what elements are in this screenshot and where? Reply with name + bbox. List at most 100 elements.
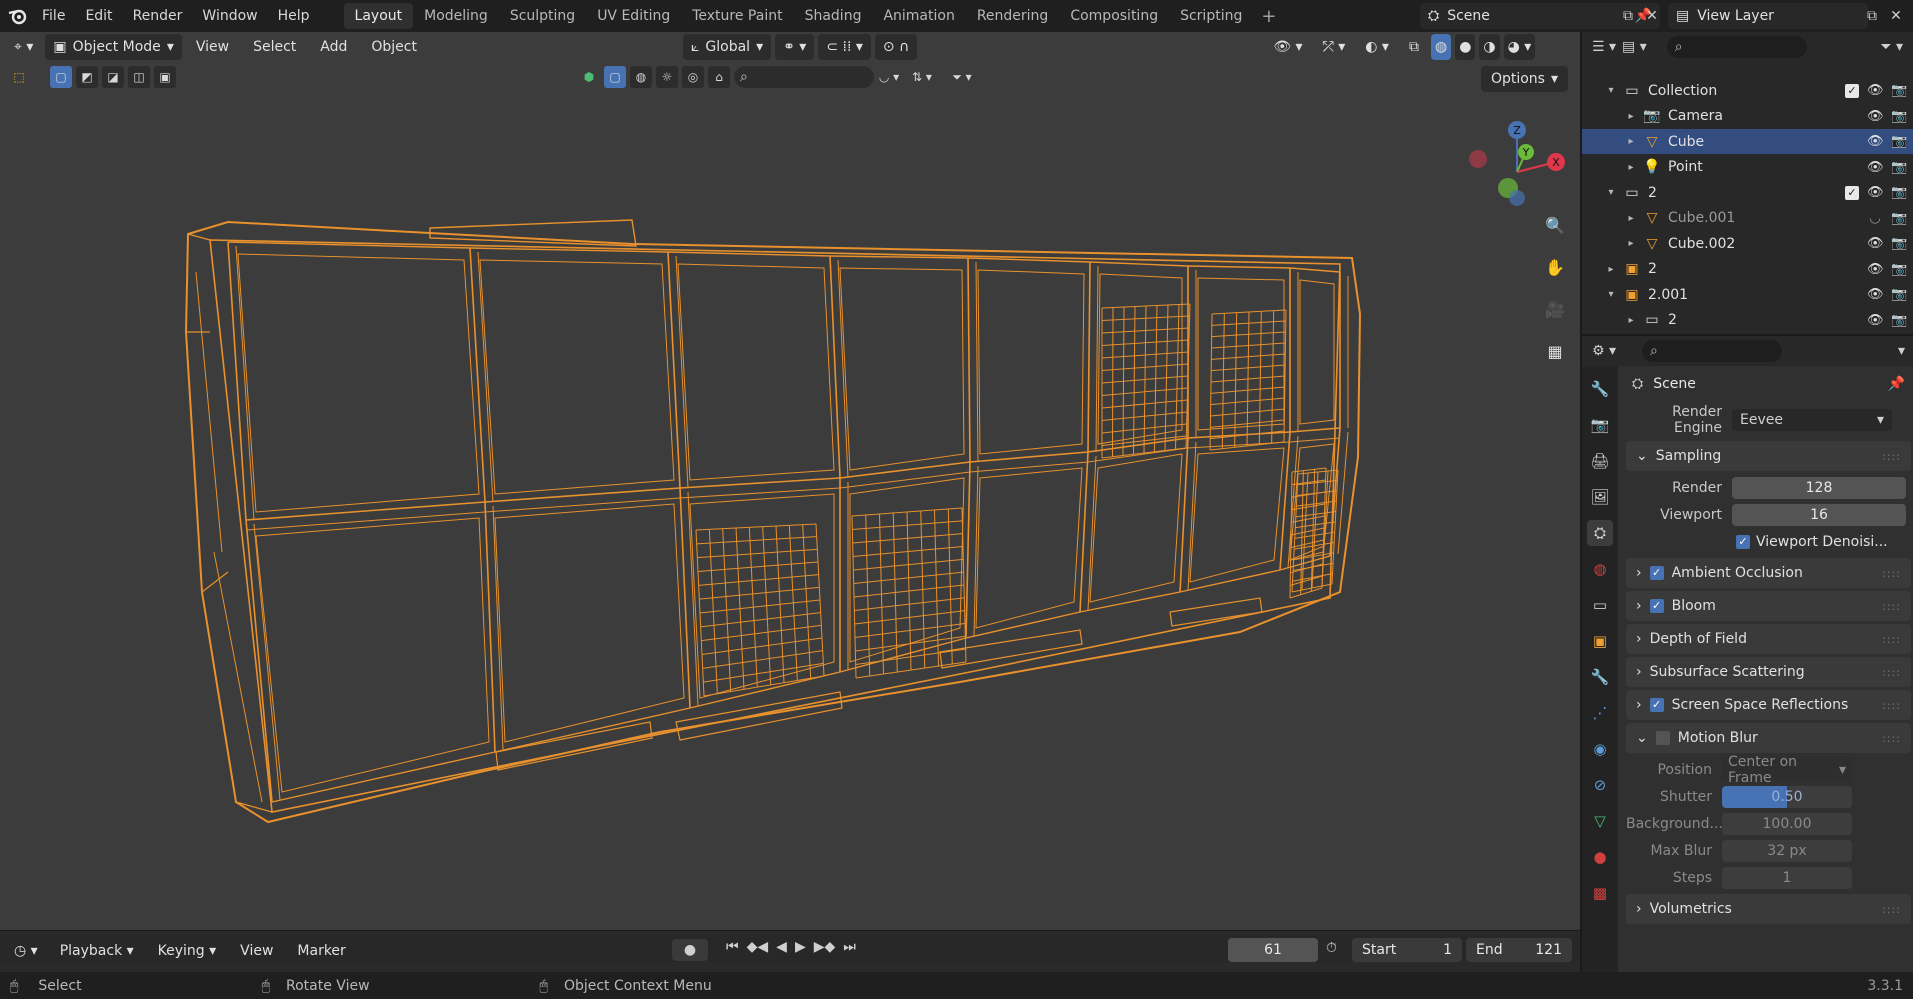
- eye-icon[interactable]: 👁: [1867, 185, 1884, 200]
- expand-toggle-icon[interactable]: ▸: [1624, 162, 1638, 173]
- render-camera-icon[interactable]: 📷: [1891, 160, 1907, 175]
- render-camera-icon[interactable]: 📷: [1891, 211, 1907, 226]
- sampling-panel-header[interactable]: ⌄ Sampling ::::: [1626, 441, 1911, 471]
- eye-icon[interactable]: 👁: [1867, 83, 1884, 98]
- expand-toggle-icon[interactable]: ▾: [1604, 187, 1618, 198]
- tab-compositing[interactable]: Compositing: [1059, 3, 1169, 29]
- tab-layout[interactable]: Layout: [343, 3, 414, 29]
- constraints-tab-icon[interactable]: ⊘: [1587, 772, 1613, 798]
- end-frame-field[interactable]: End 121: [1466, 938, 1572, 962]
- outliner-row[interactable]: ▾ ▭ 2 ✓ 👁 📷: [1582, 180, 1913, 205]
- eye-icon[interactable]: 👁: [1867, 134, 1884, 149]
- menu-edit[interactable]: Edit: [75, 2, 122, 30]
- display-mode-icon[interactable]: ▤ ▾: [1622, 39, 1647, 55]
- outliner-row[interactable]: ▸ 📷 Camera 👁 📷: [1582, 104, 1913, 129]
- eye-icon[interactable]: 👁: [1867, 287, 1884, 302]
- panel-enable-checkbox[interactable]: ✓: [1649, 566, 1664, 580]
- render-camera-icon[interactable]: 📷: [1891, 83, 1907, 98]
- timeline-ruler[interactable]: [0, 962, 1580, 972]
- tab-uv-editing[interactable]: UV Editing: [586, 3, 681, 29]
- menu-window[interactable]: Window: [192, 2, 267, 30]
- menu-help[interactable]: Help: [268, 2, 320, 30]
- render-camera-icon[interactable]: 📷: [1891, 109, 1907, 124]
- stopwatch-icon[interactable]: ⏱: [1326, 940, 1337, 956]
- steps-field[interactable]: 1: [1722, 866, 1852, 889]
- modifier-tab-icon[interactable]: 🔧: [1587, 664, 1613, 690]
- pin-icon[interactable]: 📌: [1888, 376, 1905, 392]
- particles-tab-icon[interactable]: ⋰: [1587, 700, 1613, 726]
- expand-toggle-icon[interactable]: ▸: [1624, 136, 1638, 147]
- new-scene-icon[interactable]: ⧉: [1616, 4, 1640, 28]
- collection-tab-icon[interactable]: ▭: [1587, 592, 1613, 618]
- drag-handle-icon[interactable]: ::::: [1882, 903, 1901, 916]
- tab-sculpting[interactable]: Sculpting: [499, 3, 586, 29]
- sampling-render-field[interactable]: 128: [1732, 476, 1906, 499]
- expand-toggle-icon[interactable]: ▸: [1624, 213, 1638, 224]
- eye-icon[interactable]: 👁: [1867, 262, 1884, 277]
- render-camera-icon[interactable]: 📷: [1891, 134, 1907, 149]
- shutter-slider[interactable]: 0.50: [1722, 785, 1852, 808]
- expand-toggle-icon[interactable]: ▾: [1604, 85, 1618, 96]
- menu-timeline-view[interactable]: View: [230, 943, 283, 959]
- expand-toggle-icon[interactable]: ▾: [1604, 289, 1618, 300]
- render-camera-icon[interactable]: 📷: [1891, 185, 1907, 200]
- drag-handle-icon[interactable]: ::::: [1882, 666, 1901, 679]
- motion-blur-checkbox[interactable]: [1655, 731, 1670, 745]
- current-frame-field[interactable]: 61: [1228, 938, 1318, 962]
- sampling-viewport-field[interactable]: 16: [1732, 503, 1906, 526]
- background-field[interactable]: 100.00: [1722, 812, 1852, 835]
- add-workspace-button[interactable]: +: [1253, 6, 1284, 27]
- tab-animation[interactable]: Animation: [872, 3, 965, 29]
- close-view-layer-icon[interactable]: ✕: [1884, 4, 1908, 28]
- physics-tab-icon[interactable]: ◉: [1587, 736, 1613, 762]
- expand-toggle-icon[interactable]: ▸: [1604, 264, 1618, 275]
- volumetrics-panel-header[interactable]: › Volumetrics ::::: [1626, 894, 1911, 924]
- drag-handle-icon[interactable]: ::::: [1882, 699, 1901, 712]
- outliner-filter-icon[interactable]: ⏷ ▾: [1880, 39, 1903, 55]
- eye-icon[interactable]: 👁: [1867, 109, 1884, 124]
- panel-header[interactable]: › ✓ Ambient Occlusion::::: [1626, 558, 1911, 588]
- menu-playback[interactable]: Playback ▾: [50, 943, 144, 959]
- view-layer-selector[interactable]: ▤ View Layer: [1668, 3, 1868, 29]
- chevron-down-icon[interactable]: ▾: [1898, 343, 1905, 359]
- tool-tab-icon[interactable]: 🔧: [1587, 376, 1613, 402]
- tab-modeling[interactable]: Modeling: [413, 3, 499, 29]
- world-tab-icon[interactable]: ◍: [1587, 556, 1613, 582]
- jump-start-icon[interactable]: ⏮: [726, 939, 739, 955]
- properties-editor-type-icon[interactable]: ⚙ ▾: [1592, 343, 1616, 359]
- max-blur-field[interactable]: 32 px: [1722, 839, 1852, 862]
- drag-handle-icon[interactable]: ::::: [1882, 600, 1901, 613]
- play-reverse-icon[interactable]: ◀: [776, 939, 787, 955]
- drag-handle-icon[interactable]: ::::: [1882, 633, 1901, 646]
- viewport-denoise-checkbox[interactable]: ✓: [1736, 534, 1750, 549]
- panel-enable-checkbox[interactable]: ✓: [1649, 599, 1664, 613]
- outliner-search-input[interactable]: ⌕: [1666, 36, 1807, 58]
- outliner-row[interactable]: ▸ ▽ Cube.002 👁 📷: [1582, 231, 1913, 256]
- panel-header[interactable]: › ✓ Bloom::::: [1626, 591, 1911, 621]
- texture-tab-icon[interactable]: ▩: [1587, 880, 1613, 906]
- expand-toggle-icon[interactable]: ▸: [1624, 111, 1638, 122]
- drag-handle-icon[interactable]: ::::: [1882, 567, 1901, 580]
- start-frame-field[interactable]: Start 1: [1352, 938, 1462, 962]
- outliner-row[interactable]: ▾ ▭ Collection ✓ 👁 📷: [1582, 78, 1913, 103]
- prev-keyframe-icon[interactable]: ◆◀: [747, 939, 769, 955]
- outliner-row[interactable]: ▸ ▽ Cube.001 ◡ 📷: [1582, 206, 1913, 231]
- eye-icon[interactable]: 👁: [1867, 313, 1884, 328]
- menu-render[interactable]: Render: [123, 2, 193, 30]
- render-tab-icon[interactable]: 📷: [1587, 412, 1613, 438]
- outliner-row[interactable]: ▾ ▣ 2.001 👁 📷: [1582, 282, 1913, 307]
- tab-scripting[interactable]: Scripting: [1169, 3, 1253, 29]
- expand-toggle-icon[interactable]: ▸: [1624, 315, 1638, 326]
- data-tab-icon[interactable]: ▽: [1587, 808, 1613, 834]
- menu-marker[interactable]: Marker: [287, 943, 355, 959]
- expand-toggle-icon[interactable]: ▸: [1624, 238, 1638, 249]
- tab-texture-paint[interactable]: Texture Paint: [681, 3, 793, 29]
- play-icon[interactable]: ▶: [795, 939, 806, 955]
- record-button[interactable]: ●: [672, 939, 708, 961]
- position-select[interactable]: Center on Frame ▾: [1722, 754, 1852, 786]
- close-scene-icon[interactable]: ✕: [1640, 4, 1664, 28]
- properties-search-input[interactable]: ⌕: [1642, 340, 1783, 362]
- timeline-editor-type-icon[interactable]: ◷ ▾: [6, 938, 46, 964]
- render-camera-icon[interactable]: 📷: [1891, 262, 1907, 277]
- next-keyframe-icon[interactable]: ▶◆: [814, 939, 836, 955]
